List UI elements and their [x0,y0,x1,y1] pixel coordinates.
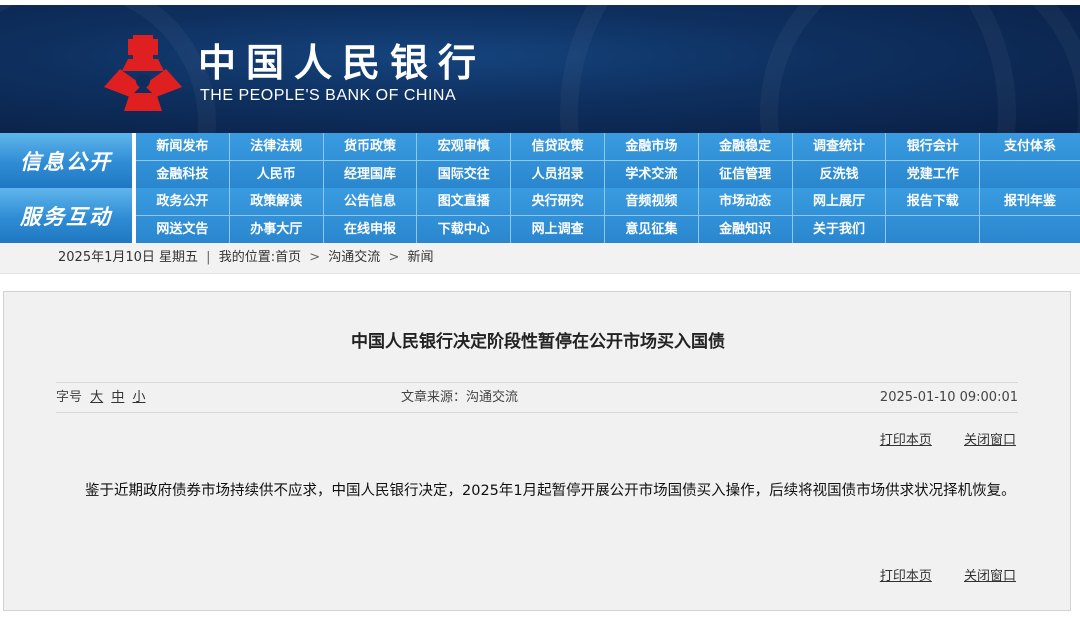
nav-item[interactable]: 办事大厅 [230,216,324,243]
nav-item[interactable]: 报刊年鉴 [980,188,1080,215]
nav-item[interactable]: 在线申报 [324,216,418,243]
close-window-link[interactable]: 关闭窗口 [964,433,1016,448]
breadcrumb-section-link[interactable]: 沟通交流 [328,250,380,265]
nav-item[interactable]: 法律法规 [230,133,324,160]
nav-item[interactable]: 公告信息 [324,188,418,215]
nav-row: 政务公开 政策解读 公告信息 图文直播 央行研究 音频视频 市场动态 网上展厅 … [136,188,1080,215]
nav-item[interactable]: 党建工作 [886,161,981,188]
nav-item[interactable]: 图文直播 [417,188,512,215]
nav-item[interactable]: 人员招录 [511,161,605,188]
nav-item[interactable]: 货币政策 [324,133,418,160]
nav-item[interactable]: 人民币 [230,161,324,188]
nav-item[interactable]: 政策解读 [230,188,324,215]
article-meta: 字号 大 中 小 文章来源：沟通交流 2025-01-10 09:00:01 [56,383,1018,412]
nav-item-empty [886,216,981,243]
nav-row: 网送文告 办事大厅 在线申报 下载中心 网上调查 意见征集 金融知识 关于我们 [136,216,1080,243]
font-size-label: 字号 [56,390,83,405]
article-panel: 中国人民银行决定阶段性暂停在公开市场买入国债 字号 大 中 小 文章来源：沟通交… [3,291,1071,611]
nav-item[interactable]: 央行研究 [511,188,605,215]
nav-item[interactable]: 经理国库 [324,161,418,188]
print-page-link[interactable]: 打印本页 [880,569,932,584]
nav-row: 新闻发布 法律法规 货币政策 宏观审慎 信贷政策 金融市场 金融稳定 调查统计 … [136,133,1080,160]
article-source: 文章来源：沟通交流 [401,390,519,405]
font-size-small-link[interactable]: 小 [132,390,145,405]
font-size-switcher: 字号 大 中 小 [56,383,145,412]
nav-item[interactable]: 网送文告 [136,216,230,243]
nav-item[interactable]: 金融科技 [136,161,230,188]
nav-item[interactable]: 网上调查 [511,216,605,243]
font-size-large-link[interactable]: 大 [90,390,103,405]
main-navigation: 信息公开 新闻发布 法律法规 货币政策 宏观审慎 信贷政策 金融市场 金融稳定 … [0,133,1080,243]
nav-items: 政务公开 政策解读 公告信息 图文直播 央行研究 音频视频 市场动态 网上展厅 … [136,188,1080,243]
print-page-link[interactable]: 打印本页 [880,433,932,448]
nav-item-empty [980,161,1080,188]
nav-item[interactable]: 市场动态 [699,188,793,215]
nav-item[interactable]: 报告下载 [886,188,981,215]
nav-group-service-interaction: 服务互动 政务公开 政策解读 公告信息 图文直播 央行研究 音频视频 市场动态 … [0,188,1080,243]
nav-item[interactable]: 意见征集 [605,216,699,243]
breadcrumb-home-link[interactable]: 首页 [275,250,301,265]
nav-item[interactable]: 网上展厅 [793,188,887,215]
nav-item[interactable]: 征信管理 [699,161,793,188]
article-tools-bottom: 打印本页 关闭窗口 [816,565,1016,584]
nav-item[interactable]: 下载中心 [417,216,512,243]
close-window-link[interactable]: 关闭窗口 [964,569,1016,584]
nav-item[interactable]: 银行会计 [886,133,981,160]
article-date: 2025-01-10 09:00:01 [879,390,1018,405]
site-title-cn: 中国人民银行 [198,40,487,85]
nav-group-label[interactable]: 信息公开 [0,133,133,188]
current-date: 2025年1月10日 星期五 [58,250,199,265]
nav-item[interactable]: 宏观审慎 [417,133,512,160]
nav-item[interactable]: 金融稳定 [699,133,793,160]
nav-row: 金融科技 人民币 经理国库 国际交往 人员招录 学术交流 征信管理 反洗钱 党建… [136,161,1080,188]
breadcrumb-arrow: > [388,250,400,265]
nav-item[interactable]: 国际交往 [417,161,512,188]
site-title-en: THE PEOPLE'S BANK OF CHINA [200,87,457,104]
nav-item[interactable]: 政务公开 [136,188,230,215]
site-header-banner: 中国人民银行 THE PEOPLE'S BANK OF CHINA [0,5,1080,133]
breadcrumb-divider: | [206,250,211,265]
nav-item[interactable]: 学术交流 [605,161,699,188]
font-size-medium-link[interactable]: 中 [111,390,124,405]
location-label: 我的位置: [218,250,276,265]
breadcrumb-arrow: > [309,250,321,265]
nav-item[interactable]: 金融知识 [699,216,793,243]
pboc-emblem-icon[interactable] [100,33,186,113]
nav-item[interactable]: 调查统计 [793,133,887,160]
nav-items: 新闻发布 法律法规 货币政策 宏观审慎 信贷政策 金融市场 金融稳定 调查统计 … [136,133,1080,188]
nav-group-info-disclosure: 信息公开 新闻发布 法律法规 货币政策 宏观审慎 信贷政策 金融市场 金融稳定 … [0,133,1080,188]
nav-item[interactable]: 音频视频 [605,188,699,215]
breadcrumb: 2025年1月10日 星期五 | 我的位置:首页 > 沟通交流 > 新闻 [58,243,434,273]
article-title: 中国人民银行决定阶段性暂停在公开市场买入国债 [351,332,725,352]
nav-item[interactable]: 关于我们 [793,216,887,243]
article-tools-top: 打印本页 关闭窗口 [816,429,1016,448]
article-body: 鉴于近期政府债券市场持续供不应求，中国人民银行决定，2025年1月起暂停开展公开… [85,483,1016,499]
nav-group-label[interactable]: 服务互动 [0,188,133,243]
nav-item-empty [980,216,1080,243]
nav-item[interactable]: 支付体系 [980,133,1080,160]
breadcrumb-current-link[interactable]: 新闻 [408,250,434,265]
nav-item[interactable]: 金融市场 [605,133,699,160]
nav-item[interactable]: 新闻发布 [136,133,230,160]
breadcrumb-bar: 2025年1月10日 星期五 | 我的位置:首页 > 沟通交流 > 新闻 [0,243,1080,274]
nav-item[interactable]: 信贷政策 [511,133,605,160]
nav-item[interactable]: 反洗钱 [793,161,887,188]
divider [56,412,1018,413]
